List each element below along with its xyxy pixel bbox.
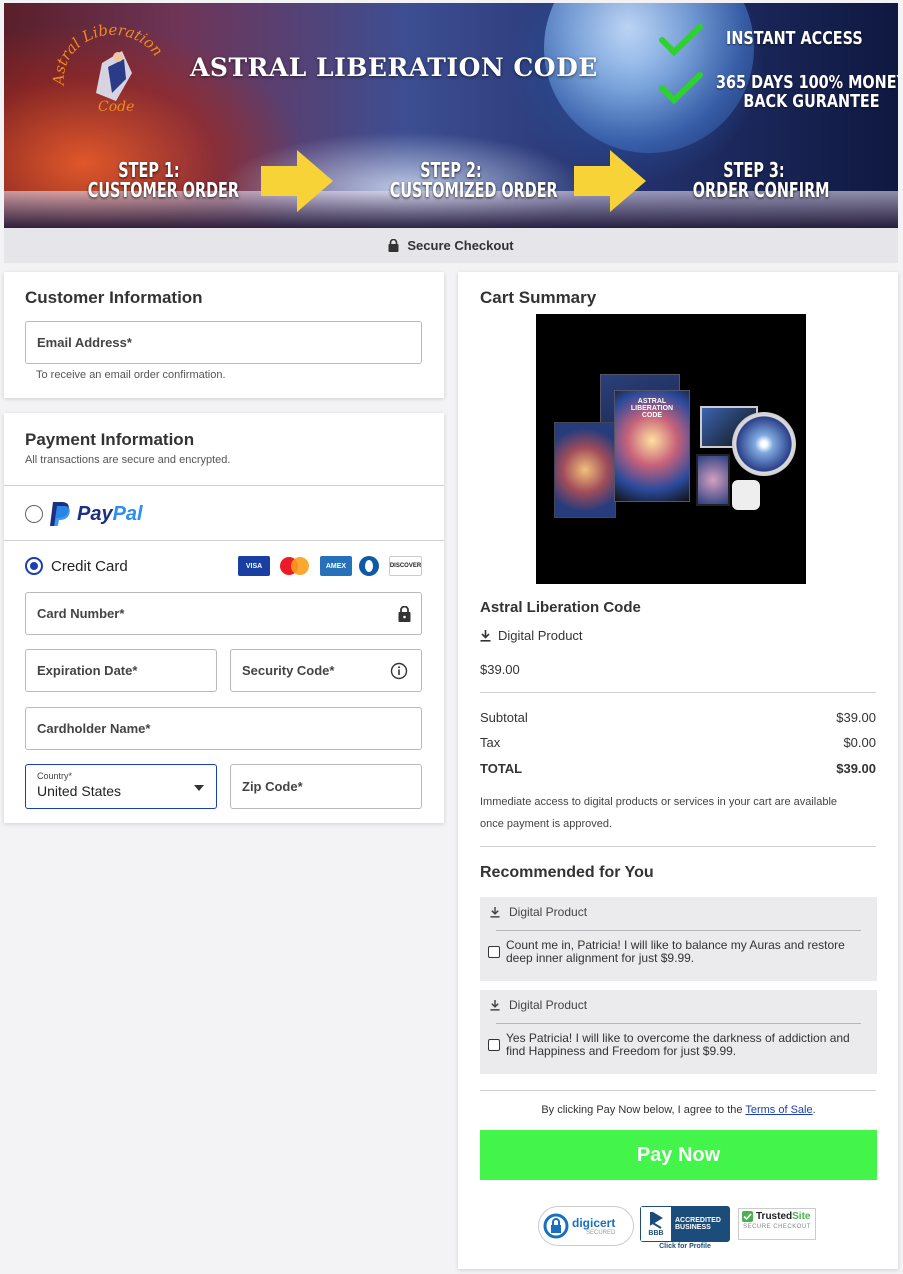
total-row: TOTAL $39.00 (480, 761, 876, 776)
rec-item-type: Digital Product (490, 905, 587, 919)
subtotal-row: Subtotal $39.00 (480, 710, 876, 725)
discover-icon: DISCOVER (389, 556, 422, 576)
arrow-right-icon (574, 150, 646, 212)
lock-icon (388, 239, 399, 252)
banner-title: ASTRAL LIBERATION CODE (190, 53, 598, 82)
bbb-torch-icon (650, 1211, 663, 1229)
diners-icon (357, 556, 382, 576)
bbb-badge[interactable]: BBB ACCREDITED BUSINESS (640, 1206, 730, 1242)
cardholder-name-field[interactable]: Cardholder Name* (25, 707, 422, 750)
checkmark-icon (742, 1211, 753, 1222)
country-select[interactable]: Country* United States (25, 764, 217, 809)
step-1-label: STEP 1: CUSTOMER ORDER (87, 158, 239, 202)
paypal-option[interactable]: PayPal (25, 501, 143, 527)
header-banner: Astral Liberation Code ASTRAL LIBERATION… (4, 3, 898, 228)
zip-code-field[interactable]: Zip Code* (230, 764, 422, 809)
recommended-item: Digital Product Yes Patricia! I will lik… (480, 990, 877, 1074)
recommended-item: Digital Product Count me in, Patricia! I… (480, 897, 877, 981)
digicert-badge[interactable]: digicert SECURED (538, 1206, 634, 1246)
email-hint: To receive an email order confirmation. (36, 369, 226, 381)
chevron-down-icon (194, 785, 204, 791)
rec-item-checkbox[interactable] (488, 946, 500, 958)
credit-card-option[interactable]: Credit Card (25, 557, 128, 575)
product-type: Digital Product (480, 628, 583, 643)
trustedsite-badge[interactable]: TrustedSite SECURE CHECKOUT (738, 1208, 816, 1240)
arrow-right-icon (261, 150, 333, 212)
step-3-label: STEP 3: ORDER CONFIRM (692, 158, 830, 202)
paypal-label: PayPal (77, 502, 143, 525)
tax-row: Tax $0.00 (480, 735, 876, 750)
step-2-label: STEP 2: CUSTOMIZED ORDER (389, 158, 558, 202)
rec-item-text: Yes Patricia! I will like to overcome th… (506, 1031, 850, 1058)
customer-info-title: Customer Information (25, 288, 203, 307)
credit-card-label: Credit Card (51, 557, 128, 575)
payment-subtitle: All transactions are secure and encrypte… (25, 454, 231, 466)
country-value: United States (37, 783, 122, 799)
instant-access-badge: INSTANT ACCESS (726, 28, 863, 49)
rec-item-type: Digital Product (490, 998, 587, 1012)
rec-item-text: Count me in, Patricia! I will like to ba… (506, 938, 845, 965)
visa-icon: VISA (238, 556, 270, 576)
cart-summary-title: Cart Summary (480, 288, 597, 307)
brand-logo: Astral Liberation Code (52, 23, 167, 115)
info-icon[interactable] (390, 662, 408, 680)
checkmark-icon (659, 72, 703, 105)
svg-text:Code: Code (98, 99, 134, 115)
paypal-icon (50, 502, 70, 526)
download-icon (480, 629, 491, 642)
paypal-radio[interactable] (25, 505, 43, 523)
download-icon (490, 906, 500, 918)
customer-info-card: Customer Information Email Address* To r… (4, 272, 444, 398)
terms-notice: By clicking Pay Now below, I agree to th… (541, 1104, 816, 1116)
payment-info-card: Payment Information All transactions are… (4, 413, 444, 823)
card-number-field[interactable]: Card Number* (25, 592, 422, 635)
lock-icon (398, 606, 411, 622)
checkmark-icon (659, 24, 703, 57)
product-image: ASTRAL LIBERATION CODE (536, 314, 806, 584)
recommended-title: Recommended for You (480, 864, 654, 881)
download-icon (490, 999, 500, 1011)
product-price: $39.00 (480, 662, 520, 677)
secure-checkout-label: Secure Checkout (407, 238, 514, 253)
security-code-field[interactable]: Security Code* (230, 649, 422, 692)
access-note: Immediate access to digital products or … (480, 796, 838, 830)
terms-of-sale-link[interactable]: Terms of Sale (745, 1104, 812, 1116)
product-name: Astral Liberation Code (480, 599, 641, 616)
rec-item-checkbox[interactable] (488, 1039, 500, 1051)
digicert-lock-icon (543, 1213, 569, 1239)
mastercard-icon (279, 556, 311, 576)
email-field[interactable]: Email Address* (25, 321, 422, 364)
payment-info-title: Payment Information (25, 430, 195, 449)
credit-card-radio[interactable] (25, 557, 43, 575)
expiration-date-field[interactable]: Expiration Date* (25, 649, 217, 692)
bbb-click-label[interactable]: Click for Profile (640, 1243, 730, 1250)
pay-now-button[interactable]: Pay Now (480, 1130, 877, 1180)
money-back-badge: 365 DAYS 100% MONEY BACK GURANTEE (716, 72, 898, 112)
amex-icon: AMEX (320, 556, 352, 576)
secure-checkout-bar: Secure Checkout (4, 228, 898, 263)
cart-summary-card: Cart Summary ASTRAL LIBERATION CODE Astr… (458, 272, 898, 1269)
country-label: Country* (37, 771, 73, 781)
